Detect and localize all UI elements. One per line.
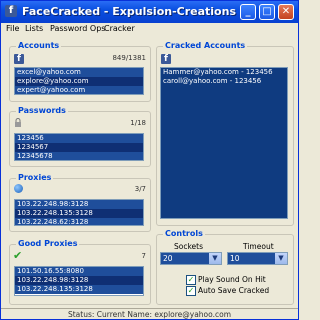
auto-save-label: Auto Save Cracked <box>198 286 270 295</box>
accounts-count: 849/1381 <box>112 54 146 62</box>
menu-password-ops[interactable]: Password Ops <box>50 23 105 34</box>
facebook-icon: f <box>161 54 171 64</box>
maximize-button[interactable]: □ <box>259 4 275 20</box>
good-proxies-list[interactable]: 101.50.16.55:8080 103.22.248.98:3128 103… <box>14 266 144 296</box>
cracked-title: Cracked Accounts <box>163 41 248 51</box>
controls-group: Controls Sockets Timeout 20 ▼ 10 ▼ ✓ Pla… <box>156 229 294 305</box>
checkmark-icon[interactable]: ✓ <box>186 286 196 296</box>
chevron-down-icon[interactable]: ▼ <box>275 253 287 264</box>
proxies-title: Proxies <box>16 173 54 183</box>
facebook-icon: f <box>14 54 24 64</box>
list-item[interactable]: excel@yahoo.com <box>15 68 143 77</box>
timeout-value: 10 <box>230 254 240 263</box>
good-proxies-count: 7 <box>141 252 146 260</box>
menu-cracker[interactable]: Cracker <box>104 23 135 34</box>
good-proxies-title: Good Proxies <box>16 239 80 249</box>
globe-icon <box>14 184 23 193</box>
passwords-group: Passwords 1/18 123456 1234567 12345678 <box>9 106 151 167</box>
passwords-title: Passwords <box>16 106 68 116</box>
timeout-label: Timeout <box>243 242 274 251</box>
cracked-list[interactable]: Hammer@yahoo.com - 123456 caroll@yahoo.c… <box>160 67 288 219</box>
timeout-select[interactable]: 10 ▼ <box>227 252 288 265</box>
menu-file[interactable]: File <box>6 23 19 34</box>
sockets-value: 20 <box>163 254 173 263</box>
list-item[interactable]: caroll@yahoo.com - 123456 <box>161 77 287 86</box>
play-sound-checkbox[interactable]: ✓ Play Sound On Hit <box>186 275 286 285</box>
title-bar[interactable]: f FaceCracked - Expulsion-Creations _ □ … <box>1 1 298 23</box>
list-item[interactable]: 103.22.248.135:3128 <box>15 285 143 294</box>
proxies-list[interactable]: 103.22.248.98:3128 103.22.248.135:3128 1… <box>14 199 144 226</box>
proxies-group: Proxies 3/7 103.22.248.98:3128 103.22.24… <box>9 173 151 232</box>
passwords-count: 1/18 <box>130 119 146 127</box>
list-item[interactable]: 103.22.248.135:3128 <box>15 209 143 218</box>
list-item[interactable]: explore@yahoo.com <box>15 77 143 86</box>
list-item[interactable]: 1234567 <box>15 143 143 152</box>
passwords-list[interactable]: 123456 1234567 12345678 <box>14 133 144 161</box>
list-item[interactable]: 101.50.16.55:8080 <box>15 267 143 276</box>
list-item[interactable]: 123456 <box>15 134 143 143</box>
minimize-button[interactable]: _ <box>240 4 256 20</box>
close-button[interactable]: ✕ <box>278 4 294 20</box>
checkmark-icon[interactable]: ✓ <box>186 275 196 285</box>
list-item[interactable]: 12345678 <box>15 152 143 160</box>
play-sound-label: Play Sound On Hit <box>198 275 266 284</box>
accounts-title: Accounts <box>16 41 62 51</box>
auto-save-checkbox[interactable]: ✓ Auto Save Cracked <box>186 286 286 296</box>
sockets-label: Sockets <box>174 242 204 251</box>
list-item[interactable]: 103.22.248.98:3128 <box>15 276 143 285</box>
list-item[interactable]: Hammer@yahoo.com - 123456 <box>161 68 287 77</box>
facebook-icon: f <box>5 5 17 17</box>
accounts-group: Accounts f 849/1381 excel@yahoo.com expl… <box>9 41 151 102</box>
window-title: FaceCracked - Expulsion-Creations <box>22 5 236 18</box>
lock-icon <box>15 118 21 127</box>
list-item[interactable]: 103.22.248.62:3128 <box>15 218 143 225</box>
status-bar: Status: Current Name: explore@yahoo.com <box>1 308 298 320</box>
good-proxies-group: Good Proxies ✔ 7 101.50.16.55:8080 103.2… <box>9 239 151 305</box>
sockets-select[interactable]: 20 ▼ <box>160 252 222 265</box>
list-item[interactable]: expert@yahoo.com <box>15 86 143 94</box>
proxies-count: 3/7 <box>134 185 146 193</box>
app-window: f FaceCracked - Expulsion-Creations _ □ … <box>0 0 299 320</box>
menu-lists[interactable]: Lists <box>25 23 43 34</box>
controls-title: Controls <box>163 229 205 239</box>
accounts-list[interactable]: excel@yahoo.com explore@yahoo.com expert… <box>14 67 144 95</box>
list-item[interactable]: 103.22.248.98:3128 <box>15 200 143 209</box>
menu-bar: File Lists Password Ops Cracker <box>1 23 298 35</box>
cracked-group: Cracked Accounts f Hammer@yahoo.com - 12… <box>156 41 294 226</box>
checkmark-icon: ✔ <box>13 249 23 262</box>
chevron-down-icon[interactable]: ▼ <box>209 253 221 264</box>
